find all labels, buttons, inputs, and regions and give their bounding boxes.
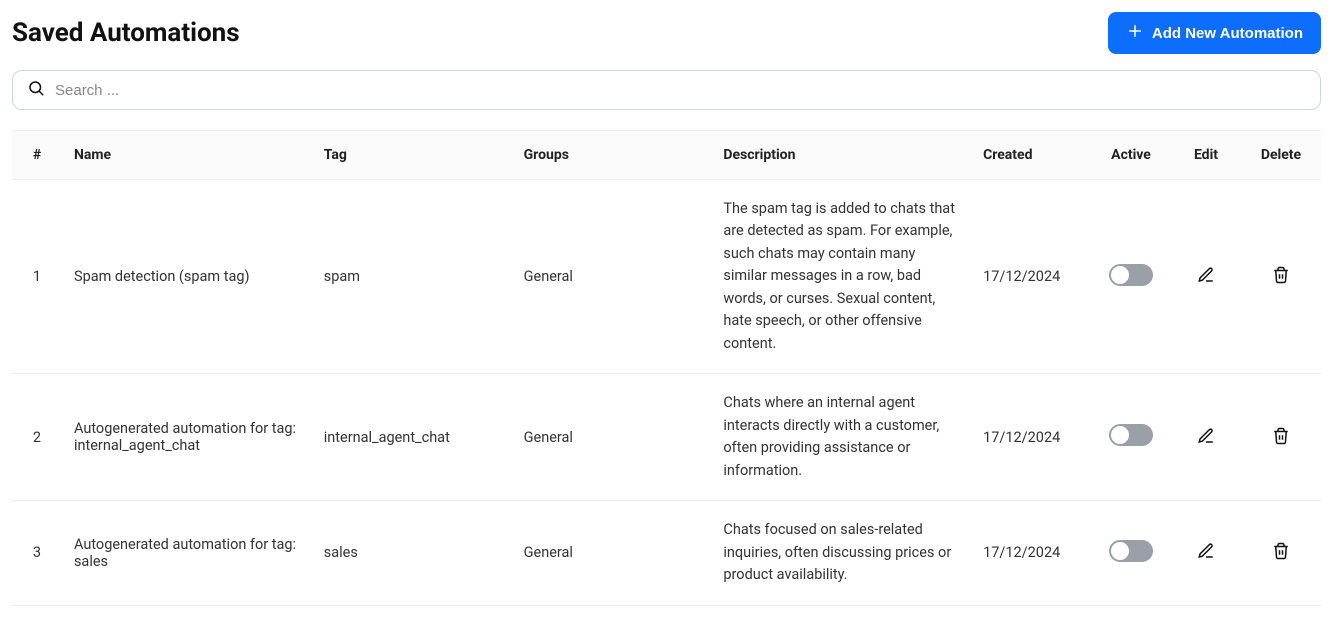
cell-delete [1241,180,1321,374]
cell-description: Chats where an internal agent interacts … [711,374,971,501]
cell-created: 17/12/2024 [971,180,1091,374]
add-button-label: Add New Automation [1152,25,1303,42]
pencil-icon [1197,427,1215,448]
cell-groups: General [512,501,712,605]
search-input[interactable] [55,82,1306,99]
table-header-row: # Name Tag Groups Description Created Ac… [12,131,1321,180]
trash-icon [1272,266,1290,287]
table-row: 1Spam detection (spam tag)spamGeneralThe… [12,180,1321,374]
active-toggle[interactable] [1109,540,1153,562]
col-header-delete: Delete [1241,131,1321,180]
cell-description: Chats focused on sales-related inquiries… [711,501,971,605]
pencil-icon [1197,266,1215,287]
cell-groups: General [512,374,712,501]
active-toggle[interactable] [1109,264,1153,286]
cell-tag: sales [312,501,512,605]
cell-active [1091,374,1171,501]
cell-idx: 3 [12,501,62,605]
delete-button[interactable] [1268,423,1294,452]
cell-tag: internal_agent_chat [312,374,512,501]
col-header-edit: Edit [1171,131,1241,180]
cell-groups: General [512,180,712,374]
delete-button[interactable] [1268,262,1294,291]
cell-delete [1241,374,1321,501]
table-row: 3Autogenerated automation for tag: sales… [12,501,1321,605]
cell-created: 17/12/2024 [971,501,1091,605]
cell-name: Autogenerated automation for tag: intern… [62,374,312,501]
trash-icon [1272,427,1290,448]
col-header-created: Created [971,131,1091,180]
search-container [12,70,1321,110]
table-row: 2Autogenerated automation for tag: inter… [12,374,1321,501]
search-icon [27,79,45,101]
cell-idx: 1 [12,180,62,374]
cell-name: Autogenerated automation for tag: sales [62,501,312,605]
cell-idx: 2 [12,374,62,501]
delete-button[interactable] [1268,538,1294,567]
cell-description: The spam tag is added to chats that are … [711,180,971,374]
cell-delete [1241,501,1321,605]
trash-icon [1272,542,1290,563]
pencil-icon [1197,542,1215,563]
col-header-description: Description [711,131,971,180]
cell-active [1091,180,1171,374]
plus-icon [1126,22,1144,44]
col-header-groups: Groups [512,131,712,180]
cell-active [1091,501,1171,605]
cell-name: Spam detection (spam tag) [62,180,312,374]
cell-tag: spam [312,180,512,374]
cell-edit [1171,374,1241,501]
col-header-idx: # [12,131,62,180]
edit-button[interactable] [1193,262,1219,291]
cell-edit [1171,180,1241,374]
col-header-tag: Tag [312,131,512,180]
col-header-name: Name [62,131,312,180]
page-title: Saved Automations [12,18,240,48]
automations-table: # Name Tag Groups Description Created Ac… [12,130,1321,606]
edit-button[interactable] [1193,538,1219,567]
active-toggle[interactable] [1109,424,1153,446]
edit-button[interactable] [1193,423,1219,452]
cell-edit [1171,501,1241,605]
add-new-automation-button[interactable]: Add New Automation [1108,12,1321,54]
col-header-active: Active [1091,131,1171,180]
cell-created: 17/12/2024 [971,374,1091,501]
